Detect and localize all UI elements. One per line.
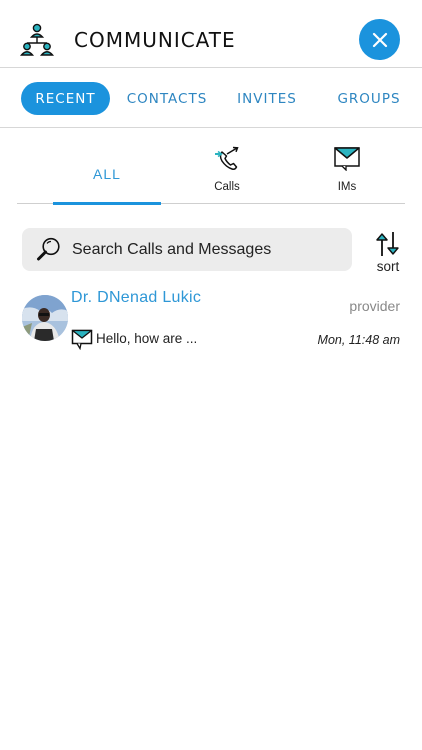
contact-role: provider xyxy=(349,298,400,314)
tab-recent[interactable]: RECENT xyxy=(21,82,110,115)
subtab-ims[interactable]: IMs xyxy=(307,140,387,204)
sort-arrows-icon xyxy=(376,232,399,256)
subtab-calls-label: Calls xyxy=(214,181,240,193)
search-input[interactable] xyxy=(72,228,342,271)
top-tab-bar: RECENT CONTACTS INVITES GROUPS xyxy=(0,68,422,128)
close-button[interactable] xyxy=(359,19,400,60)
message-bubble-icon xyxy=(71,329,93,350)
search-bar[interactable] xyxy=(22,228,352,271)
subtab-all-label: ALL xyxy=(93,166,121,182)
sort-label: sort xyxy=(376,259,400,274)
avatar xyxy=(22,295,68,341)
phone-arrows-icon xyxy=(215,146,239,170)
list-item[interactable]: Dr. DNenad Lukic provider Hello, how are… xyxy=(0,286,422,354)
sort-button[interactable]: sort xyxy=(368,227,408,277)
subtab-all[interactable]: ALL xyxy=(53,140,161,205)
tab-contacts[interactable]: CONTACTS xyxy=(122,82,212,115)
tab-invites[interactable]: INVITES xyxy=(231,82,303,115)
message-timestamp: Mon, 11:48 am xyxy=(317,333,400,347)
sub-tab-bar: ALL Calls IMs xyxy=(17,140,405,205)
envelope-icon xyxy=(334,147,360,171)
page-title: COMMUNICATE xyxy=(74,28,236,52)
close-icon xyxy=(372,32,387,47)
message-preview: Hello, how are ... xyxy=(96,331,198,346)
people-network-icon xyxy=(20,23,54,56)
subtab-ims-label: IMs xyxy=(337,181,357,193)
search-icon xyxy=(37,237,60,261)
contact-name: Dr. DNenad Lukic xyxy=(71,289,202,306)
app-header: COMMUNICATE xyxy=(0,0,422,68)
active-tab-indicator xyxy=(53,202,161,205)
tab-groups[interactable]: GROUPS xyxy=(333,82,405,115)
subtab-calls[interactable]: Calls xyxy=(187,140,267,204)
